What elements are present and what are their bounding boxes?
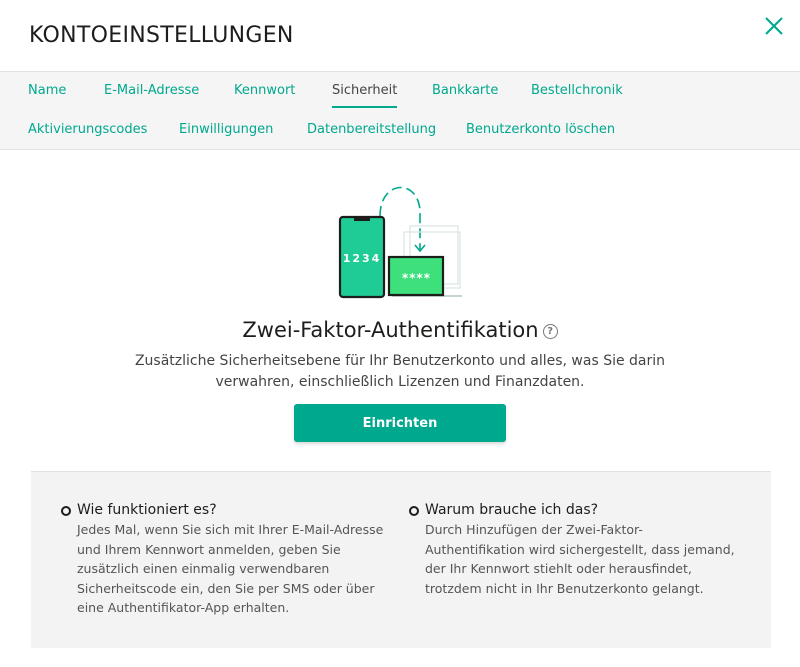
tab-name[interactable]: Name [28,83,66,98]
how-heading: Wie funktioniert es? [77,502,217,518]
why-needed: Warum brauche ich das? Durch Hinzufügen … [409,502,739,598]
tab-consents[interactable]: Einwilligungen [179,122,273,137]
tab-order-history[interactable]: Bestellchronik [531,83,623,98]
monitor-code: **** [402,271,431,285]
tab-activation-codes[interactable]: Aktivierungscodes [28,122,147,137]
section-title: Zwei-Faktor-Authentifikation? [0,318,800,342]
how-it-works: Wie funktioniert es? Jedes Mal, wenn Sie… [61,502,391,618]
tab-delete-account[interactable]: Benutzerkonto löschen [466,122,615,137]
tab-password[interactable]: Kennwort [234,83,295,98]
how-text: Jedes Mal, wenn Sie sich mit Ihrer E-Mai… [77,522,384,615]
header: KONTOEINSTELLUNGEN [0,0,800,71]
info-panel: Wie funktioniert es? Jedes Mal, wenn Sie… [31,471,771,648]
tab-security[interactable]: Sicherheit [332,83,398,108]
close-icon[interactable] [762,14,786,38]
why-heading: Warum brauche ich das? [425,502,599,518]
settings-tabs: Name E-Mail-Adresse Kennwort Sicherheit … [0,71,800,150]
bullet-icon [409,506,419,516]
phone-code: 1234 [343,252,382,265]
setup-button[interactable]: Einrichten [294,404,506,442]
tab-bank-card[interactable]: Bankkarte [432,83,498,98]
tab-email[interactable]: E-Mail-Adresse [104,83,199,98]
tab-data-provision[interactable]: Datenbereitstellung [307,122,436,137]
bullet-icon [61,506,71,516]
section-description: Zusätzliche Sicherheitsebene für Ihr Ben… [134,353,666,390]
two-factor-illustration: **** 1234 [338,186,462,299]
why-text: Durch Hinzufügen der Zwei-Faktor-Authent… [425,522,735,596]
help-icon[interactable]: ? [542,324,558,339]
page-title: KONTOEINSTELLUNGEN [29,23,294,48]
